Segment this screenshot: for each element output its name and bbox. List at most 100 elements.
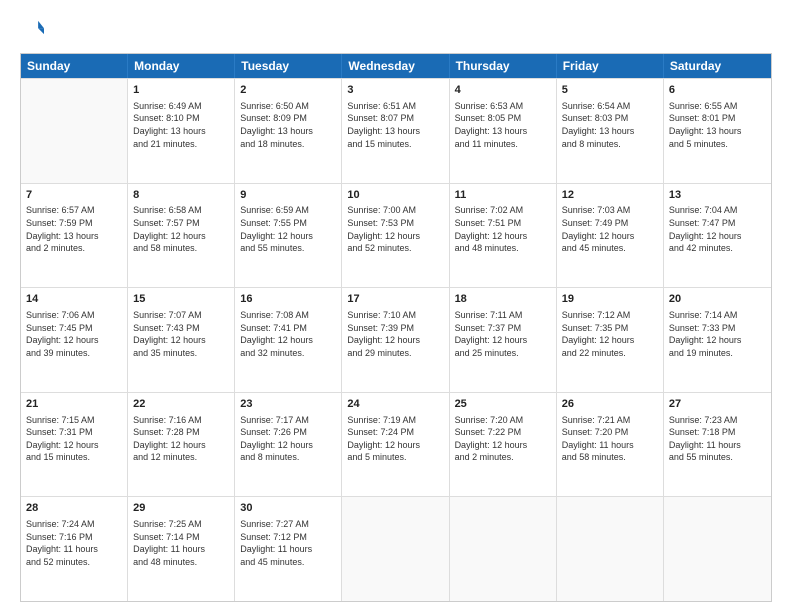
calendar-cell: 6 Sunrise: 6:55 AM Sunset: 8:01 PM Daylig… (664, 79, 771, 183)
day-number: 11 (455, 188, 551, 203)
header-day-sunday: Sunday (21, 54, 128, 78)
cell-details: Sunrise: 6:49 AM Sunset: 8:10 PM Dayligh… (133, 100, 229, 150)
day-number: 27 (669, 397, 766, 412)
cell-details: Sunrise: 7:02 AM Sunset: 7:51 PM Dayligh… (455, 204, 551, 254)
day-number: 8 (133, 188, 229, 203)
calendar-cell: 22 Sunrise: 7:16 AM Sunset: 7:28 PM Dayli… (128, 393, 235, 497)
cell-details: Sunrise: 6:51 AM Sunset: 8:07 PM Dayligh… (347, 100, 443, 150)
cell-details: Sunrise: 7:16 AM Sunset: 7:28 PM Dayligh… (133, 414, 229, 464)
calendar-cell: 14 Sunrise: 7:06 AM Sunset: 7:45 PM Dayli… (21, 288, 128, 392)
calendar-row-3: 21 Sunrise: 7:15 AM Sunset: 7:31 PM Dayli… (21, 392, 771, 497)
calendar-row-1: 7Sunrise: 6:57 AM Sunset: 7:59 PM Daylig… (21, 183, 771, 288)
day-number: 16 (240, 292, 336, 307)
cell-details: Sunrise: 7:24 AM Sunset: 7:16 PM Dayligh… (26, 518, 122, 568)
day-number: 7 (26, 188, 122, 203)
day-number: 12 (562, 188, 658, 203)
calendar-cell: 25 Sunrise: 7:20 AM Sunset: 7:22 PM Dayli… (450, 393, 557, 497)
cell-details: Sunrise: 6:53 AM Sunset: 8:05 PM Dayligh… (455, 100, 551, 150)
calendar-cell: 1 Sunrise: 6:49 AM Sunset: 8:10 PM Daylig… (128, 79, 235, 183)
day-number: 26 (562, 397, 658, 412)
header-day-saturday: Saturday (664, 54, 771, 78)
day-number: 28 (26, 501, 122, 516)
calendar-cell: 12Sunrise: 7:03 AM Sunset: 7:49 PM Dayli… (557, 184, 664, 288)
cell-details: Sunrise: 7:15 AM Sunset: 7:31 PM Dayligh… (26, 414, 122, 464)
calendar-cell: 2 Sunrise: 6:50 AM Sunset: 8:09 PM Daylig… (235, 79, 342, 183)
day-number: 5 (562, 83, 658, 98)
day-number: 9 (240, 188, 336, 203)
calendar-cell: 10Sunrise: 7:00 AM Sunset: 7:53 PM Dayli… (342, 184, 449, 288)
calendar-cell: 26 Sunrise: 7:21 AM Sunset: 7:20 PM Dayli… (557, 393, 664, 497)
day-number: 22 (133, 397, 229, 412)
cell-details: Sunrise: 7:08 AM Sunset: 7:41 PM Dayligh… (240, 309, 336, 359)
calendar-cell (342, 497, 449, 601)
day-number: 24 (347, 397, 443, 412)
calendar-cell: 27 Sunrise: 7:23 AM Sunset: 7:18 PM Dayli… (664, 393, 771, 497)
calendar-cell (21, 79, 128, 183)
header-day-monday: Monday (128, 54, 235, 78)
cell-details: Sunrise: 6:50 AM Sunset: 8:09 PM Dayligh… (240, 100, 336, 150)
cell-details: Sunrise: 7:25 AM Sunset: 7:14 PM Dayligh… (133, 518, 229, 568)
cell-details: Sunrise: 6:55 AM Sunset: 8:01 PM Dayligh… (669, 100, 766, 150)
cell-details: Sunrise: 6:54 AM Sunset: 8:03 PM Dayligh… (562, 100, 658, 150)
cell-details: Sunrise: 7:04 AM Sunset: 7:47 PM Dayligh… (669, 204, 766, 254)
day-number: 14 (26, 292, 122, 307)
header (20, 18, 772, 45)
cell-details: Sunrise: 7:27 AM Sunset: 7:12 PM Dayligh… (240, 518, 336, 568)
day-number: 4 (455, 83, 551, 98)
cell-details: Sunrise: 7:03 AM Sunset: 7:49 PM Dayligh… (562, 204, 658, 254)
calendar-cell: 18 Sunrise: 7:11 AM Sunset: 7:37 PM Dayli… (450, 288, 557, 392)
calendar-cell: 29 Sunrise: 7:25 AM Sunset: 7:14 PM Dayli… (128, 497, 235, 601)
day-number: 3 (347, 83, 443, 98)
calendar-cell: 8Sunrise: 6:58 AM Sunset: 7:57 PM Daylig… (128, 184, 235, 288)
day-number: 29 (133, 501, 229, 516)
header-day-tuesday: Tuesday (235, 54, 342, 78)
calendar-cell: 13Sunrise: 7:04 AM Sunset: 7:47 PM Dayli… (664, 184, 771, 288)
day-number: 2 (240, 83, 336, 98)
cell-details: Sunrise: 7:06 AM Sunset: 7:45 PM Dayligh… (26, 309, 122, 359)
calendar-row-2: 14 Sunrise: 7:06 AM Sunset: 7:45 PM Dayli… (21, 287, 771, 392)
logo-icon (22, 18, 44, 40)
day-number: 30 (240, 501, 336, 516)
day-number: 15 (133, 292, 229, 307)
calendar-row-0: 1 Sunrise: 6:49 AM Sunset: 8:10 PM Daylig… (21, 78, 771, 183)
cell-details: Sunrise: 7:10 AM Sunset: 7:39 PM Dayligh… (347, 309, 443, 359)
day-number: 10 (347, 188, 443, 203)
calendar-cell: 15 Sunrise: 7:07 AM Sunset: 7:43 PM Dayli… (128, 288, 235, 392)
header-day-thursday: Thursday (450, 54, 557, 78)
calendar-cell: 21 Sunrise: 7:15 AM Sunset: 7:31 PM Dayli… (21, 393, 128, 497)
day-number: 6 (669, 83, 766, 98)
day-number: 13 (669, 188, 766, 203)
logo (20, 18, 46, 45)
cell-details: Sunrise: 7:17 AM Sunset: 7:26 PM Dayligh… (240, 414, 336, 464)
day-number: 17 (347, 292, 443, 307)
calendar-cell: 28 Sunrise: 7:24 AM Sunset: 7:16 PM Dayli… (21, 497, 128, 601)
calendar-cell: 3 Sunrise: 6:51 AM Sunset: 8:07 PM Daylig… (342, 79, 449, 183)
cell-details: Sunrise: 7:07 AM Sunset: 7:43 PM Dayligh… (133, 309, 229, 359)
calendar: SundayMondayTuesdayWednesdayThursdayFrid… (20, 53, 772, 602)
calendar-cell: 5 Sunrise: 6:54 AM Sunset: 8:03 PM Daylig… (557, 79, 664, 183)
cell-details: Sunrise: 7:12 AM Sunset: 7:35 PM Dayligh… (562, 309, 658, 359)
calendar-header: SundayMondayTuesdayWednesdayThursdayFrid… (21, 54, 771, 78)
cell-details: Sunrise: 7:21 AM Sunset: 7:20 PM Dayligh… (562, 414, 658, 464)
cell-details: Sunrise: 7:20 AM Sunset: 7:22 PM Dayligh… (455, 414, 551, 464)
cell-details: Sunrise: 7:00 AM Sunset: 7:53 PM Dayligh… (347, 204, 443, 254)
cell-details: Sunrise: 7:19 AM Sunset: 7:24 PM Dayligh… (347, 414, 443, 464)
header-day-wednesday: Wednesday (342, 54, 449, 78)
calendar-cell: 23Sunrise: 7:17 AM Sunset: 7:26 PM Dayli… (235, 393, 342, 497)
cell-details: Sunrise: 7:11 AM Sunset: 7:37 PM Dayligh… (455, 309, 551, 359)
cell-details: Sunrise: 6:58 AM Sunset: 7:57 PM Dayligh… (133, 204, 229, 254)
calendar-cell: 9Sunrise: 6:59 AM Sunset: 7:55 PM Daylig… (235, 184, 342, 288)
day-number: 19 (562, 292, 658, 307)
calendar-cell: 20Sunrise: 7:14 AM Sunset: 7:33 PM Dayli… (664, 288, 771, 392)
calendar-cell: 17 Sunrise: 7:10 AM Sunset: 7:39 PM Dayli… (342, 288, 449, 392)
cell-details: Sunrise: 7:23 AM Sunset: 7:18 PM Dayligh… (669, 414, 766, 464)
calendar-cell (450, 497, 557, 601)
day-number: 18 (455, 292, 551, 307)
day-number: 20 (669, 292, 766, 307)
day-number: 21 (26, 397, 122, 412)
calendar-row-4: 28 Sunrise: 7:24 AM Sunset: 7:16 PM Dayli… (21, 496, 771, 601)
cell-details: Sunrise: 6:57 AM Sunset: 7:59 PM Dayligh… (26, 204, 122, 254)
day-number: 1 (133, 83, 229, 98)
calendar-cell (664, 497, 771, 601)
day-number: 25 (455, 397, 551, 412)
